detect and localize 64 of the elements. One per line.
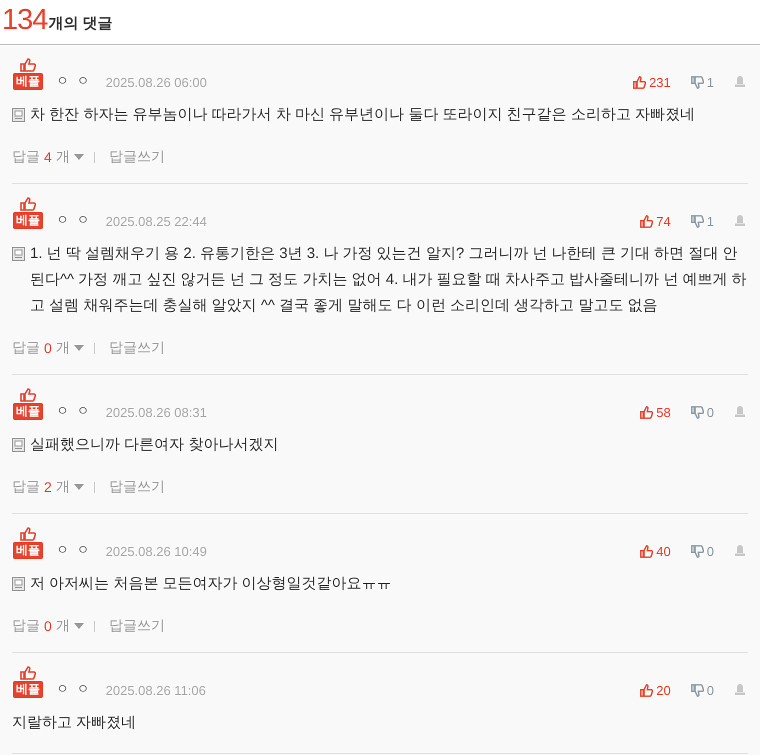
like-button[interactable]: 74 (640, 214, 671, 229)
thumbs-up-icon (20, 388, 36, 402)
thumbs-up-icon (640, 684, 654, 697)
comment-date: 2025.08.26 10:49 (106, 544, 207, 559)
thumbs-down-icon (690, 76, 704, 89)
like-button[interactable]: 20 (640, 683, 671, 698)
replies-toggle[interactable]: 답글 2 개 (12, 478, 84, 496)
best-badge: 베플 (13, 403, 43, 420)
thumbs-up-icon (640, 545, 654, 558)
best-badge: 베플 (13, 542, 43, 559)
caret-icon (74, 484, 84, 490)
author-name[interactable]: ㅇ ㅇ (56, 402, 92, 420)
report-icon[interactable] (734, 406, 746, 417)
comment-date: 2025.08.26 11:06 (106, 683, 206, 698)
best-badge: 베플 (13, 73, 43, 90)
dislike-button[interactable]: 0 (690, 544, 714, 559)
comment-text: 지랄하고 자빠졌네 (12, 713, 136, 733)
thumbs-up-icon (20, 197, 36, 211)
dislike-button[interactable]: 1 (690, 214, 714, 229)
thumbs-up-icon (20, 666, 36, 680)
thumbs-down-icon (690, 545, 704, 558)
thumbs-up-icon (20, 58, 36, 72)
caret-icon (74, 623, 84, 629)
thumbs-down-icon (690, 684, 704, 697)
like-button[interactable]: 231 (633, 75, 671, 90)
report-icon[interactable] (734, 215, 746, 226)
thumbs-up-icon (640, 406, 654, 419)
comment-date: 2025.08.26 06:00 (106, 75, 207, 90)
replies-toggle[interactable]: 답글 4 개 (12, 148, 84, 166)
author-name[interactable]: ㅇ ㅇ (56, 211, 92, 229)
comment-date: 2025.08.25 22:44 (106, 214, 207, 229)
dislike-button[interactable]: 1 (690, 75, 714, 90)
best-badge: 베플 (13, 212, 43, 229)
comment-text: 차 한잔 하자는 유부놈이나 따라가서 차 마신 유부년이나 둘다 또라이지 친구같은 소리하고 자빠졌네 (30, 105, 696, 125)
like-button[interactable]: 40 (640, 544, 671, 559)
write-reply-button[interactable]: 답글쓰기 (108, 617, 165, 635)
write-reply-button[interactable]: 답글쓰기 (108, 148, 165, 166)
caret-icon (74, 154, 84, 160)
replies-toggle[interactable]: 답글 0 개 (12, 339, 84, 357)
report-icon[interactable] (734, 684, 746, 695)
comment-date: 2025.08.26 08:31 (106, 405, 207, 420)
thumbs-down-icon (690, 406, 704, 419)
write-reply-button[interactable]: 답글쓰기 (108, 339, 165, 357)
report-icon[interactable] (734, 545, 746, 556)
comment-text: 실패했으니까 다른여자 찾아나서겠지 (30, 435, 278, 455)
author-name[interactable]: ㅇ ㅇ (56, 680, 92, 698)
author-name[interactable]: ㅇ ㅇ (56, 72, 92, 90)
comment-text: 1. 넌 딱 설렘채우기 용 2. 유통기한은 3년 3. 나 가정 있는건 알지? 그러니까 넌 나한테 큰 기대 하면 절대 안된다^^ 가정 깨고 싶진 않거든 넌 그 정도 가치는 없어 4. 내가 필요할 때 차사주고 밥사줄테니까 넌 예쁘게 하고 설렘 채워주는데 충실해 알았지 ^^ 결국 좋게 말해도 다 이런 소리인데 생각하고 말고도 없음 (30, 244, 748, 316)
author-name[interactable]: ㅇ ㅇ (56, 541, 92, 559)
dislike-button[interactable]: 0 (690, 683, 714, 698)
like-button[interactable]: 58 (640, 405, 671, 420)
report-icon[interactable] (734, 76, 746, 87)
comment-count: 134 (2, 6, 48, 35)
best-badge: 베플 (13, 681, 43, 698)
write-reply-button[interactable]: 답글쓰기 (108, 478, 165, 496)
replies-toggle[interactable]: 답글 0 개 (12, 617, 84, 635)
caret-icon (74, 345, 84, 351)
thumbs-up-icon (20, 527, 36, 541)
thumbs-up-icon (640, 215, 654, 228)
comments-heading: 개의 댓글 (48, 14, 113, 33)
comment-text: 저 아저씨는 처음본 모든여자가 이상형일것같아요ㅠㅠ (30, 574, 392, 594)
thumbs-up-icon (633, 76, 646, 89)
thumbs-down-icon (690, 215, 704, 228)
dislike-button[interactable]: 0 (690, 405, 714, 420)
